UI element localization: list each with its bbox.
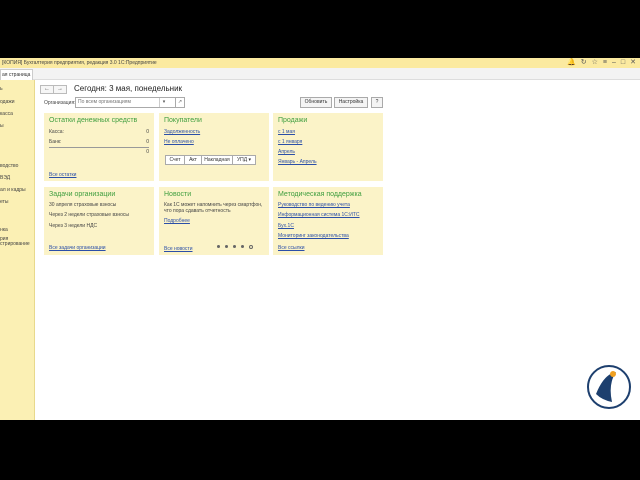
task-item[interactable]: Через 3 недели НДС — [49, 223, 97, 229]
cash-title[interactable]: Остатки денежных средств — [49, 117, 137, 124]
news-title[interactable]: Новости — [164, 191, 191, 198]
debt-link[interactable]: Задолженность — [164, 129, 200, 135]
support-panel: Методическая поддержка Руководство по ве… — [273, 187, 383, 255]
sidebar-item[interactable]: еты — [0, 199, 9, 205]
brand-logo-icon — [587, 365, 631, 409]
minimize-icon[interactable]: – — [612, 59, 616, 67]
sidebar-item[interactable]: ал и кадры — [0, 187, 26, 193]
all-news-link[interactable]: Все новости — [164, 246, 193, 252]
buyers-title[interactable]: Покупатели — [164, 117, 202, 124]
title-bar: [КОПИЯ] Бухгалтерия предприятия, редакци… — [0, 58, 640, 68]
pager-dot[interactable] — [241, 245, 244, 248]
cash-total: 0 — [146, 149, 149, 155]
window-title: [КОПИЯ] Бухгалтерия предприятия, редакци… — [2, 60, 157, 66]
sales-title[interactable]: Продажи — [278, 117, 307, 124]
sales-link[interactable]: Апрель — [278, 149, 295, 155]
sidebar-item[interactable]: одажи — [0, 99, 15, 105]
pager-dot[interactable] — [233, 245, 236, 248]
waybill-button[interactable]: Накладная — [201, 155, 233, 165]
back-button[interactable]: ← — [40, 85, 54, 94]
unpaid-link[interactable]: Не оплачено — [164, 139, 194, 145]
sidebar-item[interactable]: водство — [0, 163, 18, 169]
task-item[interactable]: 30 апреля страховые взносы — [49, 202, 116, 208]
org-input[interactable] — [76, 98, 163, 106]
settings-button[interactable]: Настройка — [334, 97, 368, 108]
restore-icon[interactable]: □ — [621, 59, 625, 67]
sidebar-item[interactable]: ы — [0, 123, 4, 129]
news-panel: Новости Как 1С может напомнить через сма… — [159, 187, 269, 255]
invoice-button[interactable]: Счет — [165, 155, 185, 165]
chevron-down-icon: ▾ — [248, 157, 252, 163]
sidebar-item[interactable]: нка — [0, 227, 8, 233]
all-balances-link[interactable]: Все остатки — [49, 172, 76, 178]
sales-link[interactable]: с 1 мая — [278, 129, 295, 135]
open-link-icon[interactable]: ↗ — [175, 97, 185, 108]
sales-link[interactable]: с 1 января — [278, 139, 302, 145]
task-item[interactable]: Через 2 недели страховые взносы — [49, 212, 129, 218]
upd-label: УПД — [236, 157, 248, 163]
act-button[interactable]: Акт — [184, 155, 202, 165]
org-field[interactable]: ▾ ↗ — [75, 97, 185, 108]
tab-bar: ая страница — [0, 68, 640, 80]
support-link[interactable]: Информационная система 1С:ИТС — [278, 212, 360, 218]
upd-button[interactable]: УПД ▾ — [232, 155, 256, 165]
news-more-link[interactable]: Подробнее — [164, 218, 190, 224]
bell-icon[interactable]: 🔔 — [567, 59, 576, 67]
pager-dot[interactable] — [225, 245, 228, 248]
sidebar-item[interactable]: ь — [0, 86, 3, 92]
refresh-button[interactable]: Обновить — [300, 97, 332, 108]
total-divider — [49, 147, 149, 148]
arrow-left-icon: ← — [44, 86, 50, 92]
news-text-line2: что пора сдавать отчетность — [164, 208, 231, 214]
pager-dot-active[interactable] — [249, 245, 253, 249]
star-icon[interactable]: ☆ — [592, 59, 598, 67]
buyers-panel: Покупатели Задолженность Не оплачено Сче… — [159, 113, 269, 181]
org-label: Организация: — [44, 100, 76, 106]
app-window: [КОПИЯ] Бухгалтерия предприятия, редакци… — [0, 58, 640, 420]
page-title: Сегодня: 3 мая, понедельник — [74, 84, 183, 93]
bank-label: Банк: — [49, 139, 62, 145]
support-link[interactable]: Бух.1С — [278, 223, 294, 229]
tab-home[interactable]: ая страница — [0, 69, 33, 80]
support-title[interactable]: Методическая поддержка — [278, 191, 362, 198]
cash-panel: Остатки денежных средств Касса: 0 Банк: … — [44, 113, 154, 181]
support-link[interactable]: Руководство по ведению учета — [278, 202, 350, 208]
all-links-link[interactable]: Все ссылки — [278, 245, 305, 251]
sidebar-item[interactable]: ВЭД — [0, 175, 10, 181]
support-link[interactable]: Мониторинг законодательства — [278, 233, 349, 239]
bank-value: 0 — [146, 139, 149, 145]
news-pager — [217, 245, 253, 249]
document-buttons: Счет Акт Накладная УПД ▾ — [165, 155, 256, 165]
arrow-right-icon: → — [57, 86, 63, 92]
sidebar: ь одажи касса ы водство ВЭД ал и кадры е… — [0, 80, 35, 420]
sales-panel: Продажи с 1 мая с 1 января Апрель Январь… — [273, 113, 383, 181]
sales-link[interactable]: Январь - Апрель — [278, 159, 317, 165]
cash-label: Касса: — [49, 129, 64, 135]
cash-value: 0 — [146, 129, 149, 135]
close-icon[interactable]: ✕ — [630, 59, 636, 67]
pager-dot[interactable] — [217, 245, 220, 248]
main-content: ← → Сегодня: 3 мая, понедельник Организа… — [35, 80, 640, 420]
menu-icon[interactable]: ≡ — [603, 59, 607, 67]
history-icon[interactable]: ↻ — [581, 59, 587, 67]
sidebar-item[interactable]: стрирование — [0, 241, 30, 247]
title-bar-icons: 🔔 ↻ ☆ ≡ – □ ✕ — [567, 59, 636, 67]
forward-button[interactable]: → — [53, 85, 67, 94]
sidebar-item[interactable]: касса — [0, 111, 13, 117]
help-button[interactable]: ? — [371, 97, 383, 108]
all-tasks-link[interactable]: Все задачи организации — [49, 245, 106, 251]
tasks-panel: Задачи организации 30 апреля страховые в… — [44, 187, 154, 255]
chevron-down-icon[interactable]: ▾ — [159, 98, 168, 107]
tasks-title[interactable]: Задачи организации — [49, 191, 115, 198]
